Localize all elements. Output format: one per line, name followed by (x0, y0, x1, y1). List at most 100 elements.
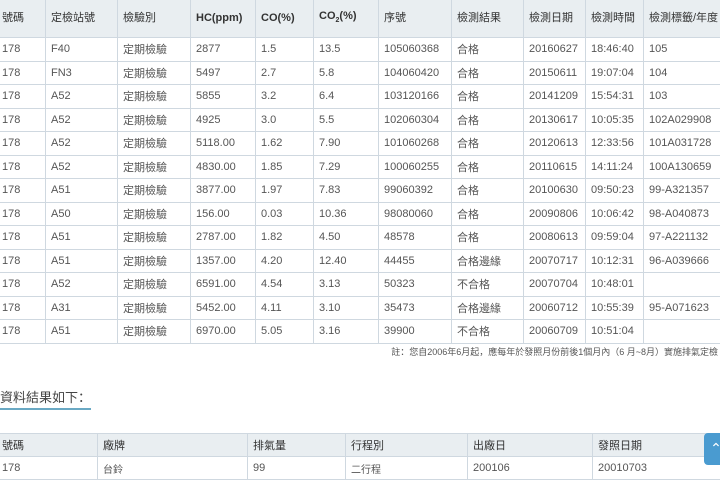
table-cell: A51 (45, 178, 118, 203)
table-cell: 4.50 (313, 225, 379, 250)
table-cell: 178 (0, 107, 46, 132)
table-cell: 12:33:56 (585, 131, 644, 156)
table-cell: 5.05 (255, 319, 314, 344)
table-cell: 4925 (190, 107, 256, 132)
col-result: 檢測結果 (451, 0, 524, 38)
table-cell: 103 (643, 84, 720, 109)
col-license-date: 發照日期 (592, 433, 720, 457)
table-cell: 20090806 (523, 201, 586, 226)
table-cell: 0.03 (255, 201, 314, 226)
table-cell: 20120613 (523, 131, 586, 156)
table-cell: 105060368 (378, 37, 452, 62)
table-cell: 98-A040873 (643, 201, 720, 226)
table-row: 178 F40 定期檢驗 2877 1.5 13.5 105060368 合格 20160627… (0, 37, 720, 62)
table-cell: 18:46:40 (585, 37, 644, 62)
col-displacement: 排氣量 (247, 433, 346, 457)
table-cell: 178 (0, 178, 46, 203)
table-row: 178 A52 定期檢驗 5118.00 1.62 7.90 101060268 合格 2012… (0, 131, 720, 156)
table-cell: 定期檢驗 (117, 178, 191, 203)
table-cell: 10:55:39 (585, 295, 644, 320)
table-cell: 1.62 (255, 131, 314, 156)
table-cell: 定期檢驗 (117, 225, 191, 250)
table-cell: 96-A039666 (643, 248, 720, 273)
table-cell: A50 (45, 201, 118, 226)
table-cell: 09:50:23 (585, 178, 644, 203)
col-plate: 號碼 (0, 433, 98, 457)
table-cell: 100060255 (378, 154, 452, 179)
table-cell: 合格 (451, 84, 524, 109)
table-cell: 102060304 (378, 107, 452, 132)
table-cell: 定期檢驗 (117, 295, 191, 320)
table-cell: 12.40 (313, 248, 379, 273)
table-cell: 3.0 (255, 107, 314, 132)
co2-label: CO (319, 9, 336, 22)
table-cell: 3.16 (313, 319, 379, 344)
table-cell: 156.00 (190, 201, 256, 226)
table-row: 178 A52 定期檢驗 6591.00 4.54 3.13 50323 不合格 2007070… (0, 272, 720, 297)
table-cell: 97-A221132 (643, 225, 720, 250)
col-station: 定檢站號 (45, 0, 118, 38)
table-cell: 台鈴 (97, 456, 248, 480)
table-cell: FN3 (45, 60, 118, 85)
table-cell: 99 (247, 456, 346, 480)
table-row: 178 台鈴 99 二行程 200106 20010703 (0, 456, 720, 480)
table-cell: 10:05:35 (585, 107, 644, 132)
table-cell: 99060392 (378, 178, 452, 203)
table-row: 178 A52 定期檢驗 4830.00 1.85 7.29 100060255 合格 2011… (0, 154, 720, 179)
table-row: 178 A50 定期檢驗 156.00 0.03 10.36 98080060 合格 20090… (0, 201, 720, 226)
col-time: 檢測時間 (585, 0, 644, 38)
table-cell: A52 (45, 84, 118, 109)
col-brand: 廠牌 (97, 433, 248, 457)
table-cell: 10:51:04 (585, 319, 644, 344)
col-date: 檢測日期 (523, 0, 586, 38)
table-cell (643, 319, 720, 344)
table-cell: 20130617 (523, 107, 586, 132)
table-cell: 178 (0, 272, 46, 297)
table-cell: 104060420 (378, 60, 452, 85)
table-cell: 178 (0, 295, 46, 320)
table-cell: 20141209 (523, 84, 586, 109)
table-cell: 09:59:04 (585, 225, 644, 250)
scroll-to-top-button[interactable]: ⌃ (704, 433, 720, 465)
table-cell: 20080613 (523, 225, 586, 250)
chevron-up-icon: ⌃ (710, 440, 720, 456)
table-cell: A51 (45, 225, 118, 250)
table-row: 178 A51 定期檢驗 1357.00 4.20 12.40 44455 合格邊緣 20070… (0, 248, 720, 273)
table-cell: 定期檢驗 (117, 131, 191, 156)
table-cell: 10:48:01 (585, 272, 644, 297)
table-cell: 100A130659 (643, 154, 720, 179)
table-cell: 二行程 (345, 456, 468, 480)
table-cell: 104 (643, 60, 720, 85)
table-cell: 定期檢驗 (117, 201, 191, 226)
table-cell: 合格 (451, 178, 524, 203)
table-cell: 5118.00 (190, 131, 256, 156)
table-row: 178 A51 定期檢驗 2787.00 1.82 4.50 48578 合格 20080613… (0, 225, 720, 250)
table-cell: 4830.00 (190, 154, 256, 179)
table-cell (643, 272, 720, 297)
table-cell: 3.2 (255, 84, 314, 109)
table-cell: 合格 (451, 154, 524, 179)
table-cell: 95-A071623 (643, 295, 720, 320)
table-cell: 合格 (451, 225, 524, 250)
table-cell: 定期檢驗 (117, 107, 191, 132)
vehicle-info-table: 號碼 廠牌 排氣量 行程別 出廠日 發照日期 178 台鈴 99 二行程 200106 2… (0, 433, 720, 480)
table-cell: 200106 (467, 456, 593, 480)
col-serial: 序號 (378, 0, 452, 38)
table-cell: 15:54:31 (585, 84, 644, 109)
table-row: 178 A51 定期檢驗 6970.00 5.05 3.16 39900 不合格 2006070… (0, 319, 720, 344)
inspection-history-table: 號碼 定檢站號 檢驗別 HC(ppm) CO(%) CO2(%) 序號 檢測結果… (0, 0, 720, 344)
table-cell: 20160627 (523, 37, 586, 62)
table-cell: 178 (0, 456, 98, 480)
table-header-row: 號碼 廠牌 排氣量 行程別 出廠日 發照日期 (0, 433, 720, 457)
table-cell: 7.90 (313, 131, 379, 156)
table-cell: 7.83 (313, 178, 379, 203)
table-cell: 99-A321357 (643, 178, 720, 203)
table-cell: 合格邊緣 (451, 295, 524, 320)
table-header-row: 號碼 定檢站號 檢驗別 HC(ppm) CO(%) CO2(%) 序號 檢測結果… (0, 0, 720, 38)
table-cell: 178 (0, 319, 46, 344)
col-co: CO(%) (255, 0, 314, 38)
table-row: 178 A52 定期檢驗 4925 3.0 5.5 102060304 合格 20130617 1… (0, 107, 720, 132)
table-cell: 10.36 (313, 201, 379, 226)
table-cell: 合格 (451, 107, 524, 132)
col-plate: 號碼 (0, 0, 46, 38)
